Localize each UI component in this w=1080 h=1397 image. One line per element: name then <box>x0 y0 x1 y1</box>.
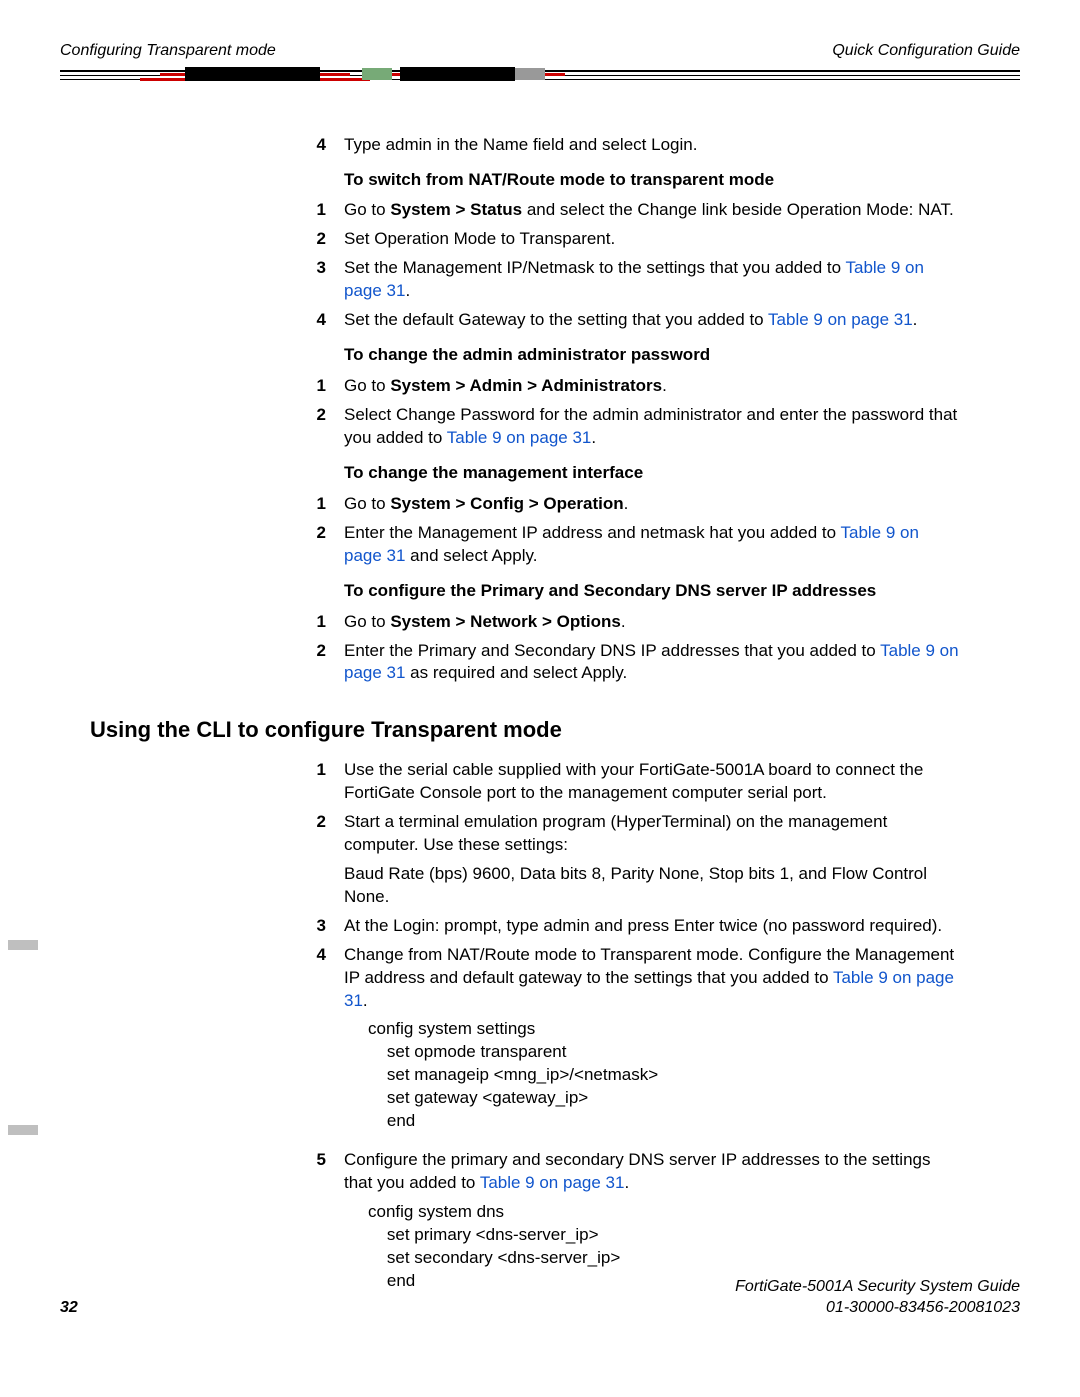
list-item: 4 Set the default Gateway to the setting… <box>290 309 960 332</box>
artifact-mark <box>8 940 38 950</box>
list-item: 3 Set the Management IP/Netmask to the s… <box>290 257 960 303</box>
document-page: Configuring Transparent mode Quick Confi… <box>0 0 1080 1359</box>
step-number: 1 <box>290 199 344 222</box>
sub-heading: To configure the Primary and Secondary D… <box>344 580 960 603</box>
step-number: 1 <box>290 375 344 398</box>
footer-title: FortiGate-5001A Security System Guide <box>735 1276 1020 1298</box>
sub-heading: To switch from NAT/Route mode to transpa… <box>344 169 960 192</box>
list-item: 1 Use the serial cable supplied with you… <box>290 759 960 805</box>
step-text: Set the default Gateway to the setting t… <box>344 309 960 332</box>
list-item: 1 Go to System > Config > Operation. <box>290 493 960 516</box>
step-text: Go to System > Network > Options. <box>344 611 960 634</box>
step-number: 2 <box>290 522 344 568</box>
list-item: 2 Start a terminal emulation program (Hy… <box>290 811 960 909</box>
cross-reference-link[interactable]: Table 9 on page 31 <box>768 310 913 329</box>
step-number: 1 <box>290 759 344 805</box>
step-text: Go to System > Status and select the Cha… <box>344 199 960 222</box>
sub-heading: To change the admin administrator passwo… <box>344 344 960 367</box>
step-text: Set the Management IP/Netmask to the set… <box>344 257 960 303</box>
list-item: 1 Go to System > Admin > Administrators. <box>290 375 960 398</box>
step-number: 1 <box>290 611 344 634</box>
step-number: 4 <box>290 944 344 1144</box>
list-item: 2 Enter the Primary and Secondary DNS IP… <box>290 640 960 686</box>
header-right: Quick Configuration Guide <box>832 40 1020 62</box>
step-number: 2 <box>290 640 344 686</box>
sub-heading: To change the management interface <box>344 462 960 485</box>
step-text: Select Change Password for the admin adm… <box>344 404 960 450</box>
step-number: 3 <box>290 257 344 303</box>
list-item: 2 Enter the Management IP address and ne… <box>290 522 960 568</box>
content-body: 4 Type admin in the Name field and selec… <box>290 134 960 686</box>
step-number: 1 <box>290 493 344 516</box>
step-text: Start a terminal emulation program (Hype… <box>344 811 960 909</box>
step-text: Enter the Management IP address and netm… <box>344 522 960 568</box>
step-text: Go to System > Admin > Administrators. <box>344 375 960 398</box>
step-number: 2 <box>290 228 344 251</box>
step-number: 4 <box>290 134 344 157</box>
step-number: 2 <box>290 811 344 909</box>
page-number: 32 <box>60 1297 78 1319</box>
list-item: 2 Select Change Password for the admin a… <box>290 404 960 450</box>
step-number: 3 <box>290 915 344 938</box>
cross-reference-link[interactable]: Table 9 on page 31 <box>447 428 592 447</box>
step-text: Use the serial cable supplied with your … <box>344 759 960 805</box>
step-text: Go to System > Config > Operation. <box>344 493 960 516</box>
cross-reference-link[interactable]: Table 9 on page 31 <box>480 1173 625 1192</box>
page-footer: 32 FortiGate-5001A Security System Guide… <box>60 1276 1020 1319</box>
list-item: 1 Go to System > Status and select the C… <box>290 199 960 222</box>
list-item: 1 Go to System > Network > Options. <box>290 611 960 634</box>
step-text: Change from NAT/Route mode to Transparen… <box>344 944 960 1144</box>
header-left: Configuring Transparent mode <box>60 40 276 62</box>
step-text: At the Login: prompt, type admin and pre… <box>344 915 960 938</box>
step-number: 2 <box>290 404 344 450</box>
step-text: Type admin in the Name field and select … <box>344 134 960 157</box>
list-item: 4 Type admin in the Name field and selec… <box>290 134 960 157</box>
step-text: Set Operation Mode to Transparent. <box>344 228 960 251</box>
page-header: Configuring Transparent mode Quick Confi… <box>60 40 1020 62</box>
code-block: config system settings set opmode transp… <box>368 1018 960 1133</box>
list-item: 2 Set Operation Mode to Transparent. <box>290 228 960 251</box>
artifact-mark <box>8 1125 38 1135</box>
footer-right: FortiGate-5001A Security System Guide 01… <box>735 1276 1020 1319</box>
list-item: 3 At the Login: prompt, type admin and p… <box>290 915 960 938</box>
footer-docid: 01-30000-83456-20081023 <box>735 1297 1020 1319</box>
list-item: 4 Change from NAT/Route mode to Transpar… <box>290 944 960 1144</box>
section-heading: Using the CLI to configure Transparent m… <box>90 715 1020 745</box>
cli-section: 1 Use the serial cable supplied with you… <box>290 759 960 1303</box>
header-rule-art <box>60 70 1020 84</box>
step-number: 4 <box>290 309 344 332</box>
step-text: Enter the Primary and Secondary DNS IP a… <box>344 640 960 686</box>
